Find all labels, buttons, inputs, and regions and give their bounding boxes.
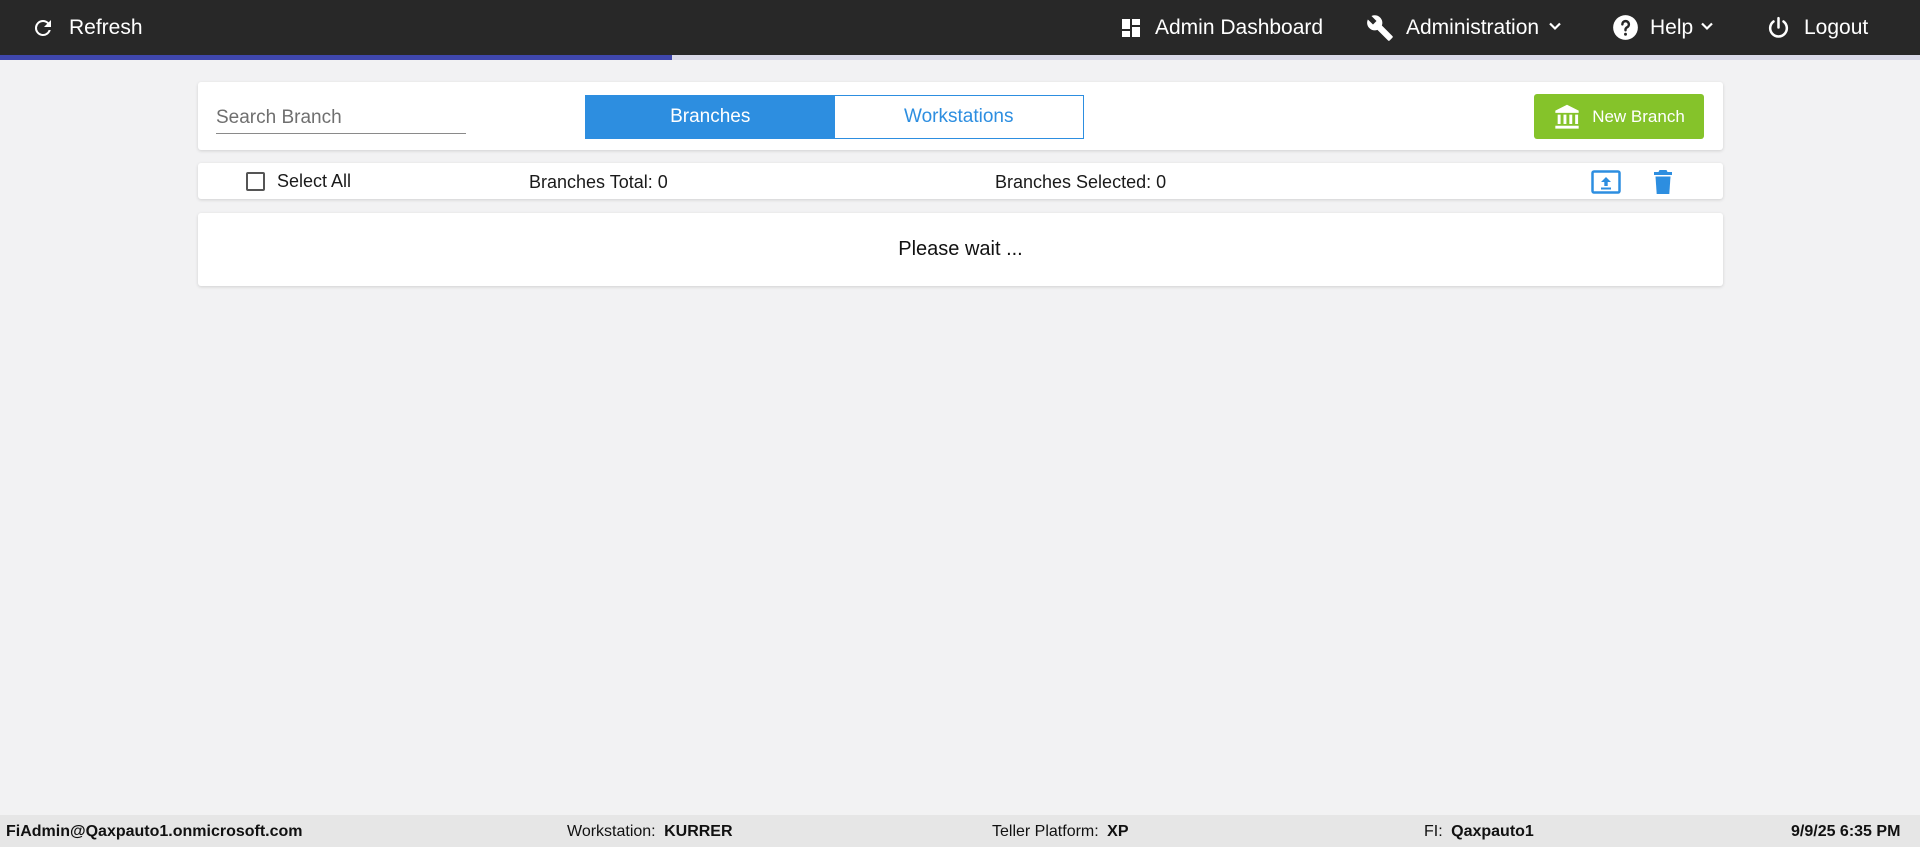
bank-icon — [1553, 103, 1581, 131]
trash-icon[interactable] — [1653, 169, 1673, 200]
footer-datetime: 9/9/25 6:35 PM — [1791, 823, 1901, 840]
new-branch-label: New Branch — [1592, 106, 1685, 126]
select-all-label: Select All — [277, 171, 352, 191]
loading-progress-fill — [0, 55, 672, 60]
search-input[interactable] — [216, 102, 466, 133]
footer-workstation: Workstation: KURRER — [567, 823, 733, 841]
chevron-down-icon — [1547, 16, 1563, 40]
branches-total: Branches Total: 0 — [529, 172, 668, 192]
admin-dashboard-link[interactable]: Admin Dashboard — [1119, 0, 1323, 55]
branch-toolbar: Branches Workstations New Branch — [198, 82, 1723, 150]
top-nav-bar: Refresh Admin Dashboard Administration H… — [0, 0, 1920, 55]
footer-user: FiAdmin@Qaxpauto1.onmicrosoft.com — [6, 823, 303, 840]
power-icon — [1766, 15, 1791, 40]
help-circle-icon — [1612, 14, 1639, 41]
footer-fi-label: FI: — [1424, 823, 1443, 840]
wrench-icon — [1366, 14, 1394, 42]
footer-fi-value: Qaxpauto1 — [1451, 823, 1534, 840]
loading-message: Please wait ... — [898, 238, 1023, 260]
footer-platform-value: XP — [1107, 823, 1129, 840]
refresh-icon — [31, 16, 55, 40]
tab-workstations[interactable]: Workstations — [834, 96, 1083, 138]
upload-icon[interactable] — [1591, 170, 1621, 199]
refresh-button[interactable]: Refresh — [31, 0, 143, 55]
administration-label: Administration — [1406, 15, 1540, 39]
logout-label: Logout — [1804, 15, 1869, 39]
loading-progress-bar — [0, 55, 1920, 60]
status-footer: FiAdmin@Qaxpauto1.onmicrosoft.com Workst… — [0, 815, 1920, 847]
footer-workstation-label: Workstation: — [567, 823, 656, 840]
help-label: Help — [1650, 15, 1694, 39]
chevron-down-icon — [1699, 16, 1715, 40]
branch-list-panel: Please wait ... — [198, 213, 1723, 286]
footer-platform: Teller Platform: XP — [992, 823, 1129, 841]
footer-platform-label: Teller Platform: — [992, 823, 1099, 840]
branches-selected: Branches Selected: 0 — [995, 172, 1167, 192]
logout-button[interactable]: Logout — [1766, 0, 1868, 55]
refresh-label: Refresh — [69, 15, 143, 39]
new-branch-button[interactable]: New Branch — [1534, 94, 1704, 139]
search-field — [216, 102, 466, 134]
dashboard-grid-icon — [1119, 16, 1143, 40]
checkbox-box[interactable] — [246, 172, 265, 191]
footer-fi: FI: Qaxpauto1 — [1424, 823, 1534, 841]
help-menu[interactable]: Help — [1612, 0, 1715, 55]
tab-branches[interactable]: Branches — [586, 96, 835, 138]
select-all-checkbox[interactable]: Select All — [246, 171, 351, 192]
admin-dashboard-label: Admin Dashboard — [1155, 15, 1324, 39]
footer-workstation-value: KURRER — [664, 823, 733, 840]
administration-menu[interactable]: Administration — [1366, 0, 1563, 55]
selection-status-bar: Select All Branches Total: 0 Branches Se… — [198, 163, 1723, 199]
view-tabs: Branches Workstations — [585, 95, 1084, 139]
